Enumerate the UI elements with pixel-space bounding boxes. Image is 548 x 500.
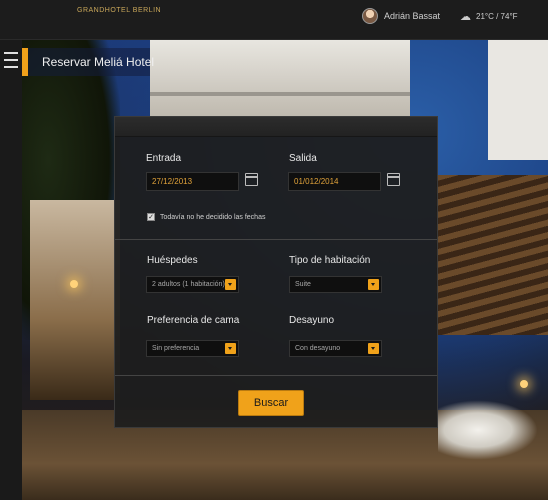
- user-menu[interactable]: Adrián Bassat: [362, 8, 440, 24]
- avatar[interactable]: [362, 8, 378, 24]
- calendar-icon[interactable]: [245, 173, 258, 186]
- checkout-field[interactable]: 01/012/2014: [288, 172, 381, 191]
- breakfast-select[interactable]: Con desayuno: [289, 340, 382, 357]
- guests-value: 2 adultos (1 habitación): [152, 281, 225, 288]
- divider: [115, 239, 437, 240]
- checkin-field[interactable]: 27/12/2013: [146, 172, 239, 191]
- bed-pref-select[interactable]: Sin preferencia: [146, 340, 239, 357]
- guests-select[interactable]: 2 adultos (1 habitación): [146, 276, 239, 293]
- undecided-dates-row[interactable]: ✓ Todavía no he decidido las fechas: [147, 213, 265, 221]
- checkin-label: Entrada: [146, 153, 182, 164]
- undecided-dates-label[interactable]: Todavía no he decidido las fechas: [160, 214, 265, 221]
- booking-panel: Entrada 27/12/2013 Salida 01/012/2014 ✓ …: [114, 116, 438, 428]
- weather-text: 21°C / 74°F: [476, 12, 518, 21]
- section-title: Reservar Meliá Hotel: [42, 55, 155, 69]
- building-left: [30, 200, 120, 400]
- chevron-down-icon[interactable]: [368, 279, 379, 290]
- bed-pref-value: Sin preferencia: [152, 345, 200, 352]
- building-top: [150, 40, 410, 120]
- brand-logo[interactable]: GRANDHOTEL BERLIN: [77, 7, 161, 14]
- panel-header: [115, 117, 437, 137]
- bed-pref-label: Preferencia de cama: [147, 315, 240, 326]
- calendar-icon[interactable]: [387, 173, 400, 186]
- room-type-value: Suite: [295, 281, 311, 288]
- room-type-label: Tipo de habitación: [289, 255, 371, 266]
- hamburger-menu-icon[interactable]: [3, 50, 19, 70]
- undecided-dates-checkbox[interactable]: ✓: [147, 213, 155, 221]
- room-type-select[interactable]: Suite: [289, 276, 382, 293]
- section-accent: [22, 48, 28, 76]
- street-lamp: [70, 280, 78, 288]
- cloud-rain-icon: ☁: [460, 11, 471, 23]
- left-rail: [0, 40, 22, 500]
- guests-label: Huéspedes: [147, 255, 198, 266]
- divider: [115, 375, 437, 376]
- weather-widget: ☁ 21°C / 74°F: [460, 10, 518, 23]
- checkout-label: Salida: [289, 153, 317, 164]
- pergola: [436, 175, 548, 335]
- top-bar: GRANDHOTEL BERLIN Adrián Bassat ☁ 21°C /…: [0, 0, 548, 40]
- terrace-tables: [438, 400, 538, 460]
- chevron-down-icon[interactable]: [368, 343, 379, 354]
- user-name[interactable]: Adrián Bassat: [384, 11, 440, 21]
- building-right: [488, 40, 548, 160]
- balcony-railing: [150, 92, 410, 96]
- chevron-down-icon[interactable]: [225, 279, 236, 290]
- chevron-down-icon[interactable]: [225, 343, 236, 354]
- search-button[interactable]: Buscar: [238, 390, 304, 416]
- breakfast-value: Con desayuno: [295, 345, 341, 352]
- street-lamp: [520, 380, 528, 388]
- breakfast-label: Desayuno: [289, 315, 335, 326]
